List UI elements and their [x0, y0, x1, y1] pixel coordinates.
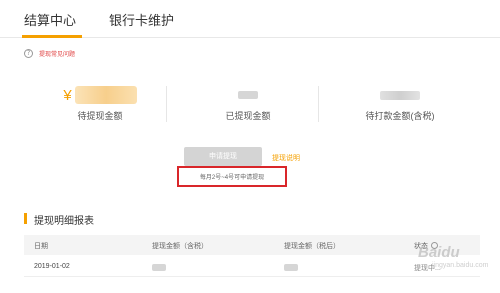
watermark-brand: Baidu	[418, 244, 460, 261]
watermark: Baidu jingyan.baidu.com	[418, 244, 496, 284]
tab-bar: 结算中心 银行卡维护	[0, 0, 500, 38]
row-amount-pretax-blurred	[152, 264, 166, 273]
active-tab-indicator	[22, 35, 82, 38]
pending-payment-stat: 待打款金额(含税)	[345, 84, 455, 122]
currency-symbol: ¥	[63, 86, 72, 104]
pending-payment-amount-blurred	[380, 90, 420, 100]
table-row: 2019-01-02 提现中...	[24, 255, 480, 277]
apply-withdraw-button[interactable]: 申请提现	[184, 147, 262, 166]
watermark-sub: jingyan.baidu.com	[432, 262, 489, 269]
row-amount-aftertax-blurred	[284, 264, 298, 273]
withdraw-explanation-link[interactable]: 提现说明	[272, 153, 300, 163]
row-date: 2019-01-02	[34, 263, 70, 270]
tab-settlement-center[interactable]: 结算中心	[24, 10, 76, 29]
section-accent-bar	[24, 213, 27, 224]
withdraw-faq-label: 提现常见问题	[39, 51, 76, 58]
pending-withdraw-amount-blurred	[74, 86, 137, 104]
pending-withdraw-label: 待提现金额	[77, 111, 123, 121]
pending-payment-label: 待打款金额(含税)	[365, 111, 435, 121]
withdrawn-amount-blurred	[238, 91, 258, 99]
table-header: 日期 提现金额（含税） 提现金额（税后） 状态	[24, 235, 480, 255]
column-header-amount-aftertax: 提现金额（税后）	[284, 243, 340, 250]
section-title: 提现明细报表	[34, 216, 94, 227]
withdraw-schedule-note: 每月2号~4号可申请提现	[199, 175, 265, 181]
stat-divider	[318, 86, 319, 122]
withdraw-faq-link[interactable]: ? 提现常见问题	[24, 46, 75, 60]
pending-withdraw-stat: ¥ 待提现金额	[55, 84, 145, 122]
column-header-amount-pretax: 提现金额（含税）	[152, 243, 208, 250]
tab-bank-card-maintenance[interactable]: 银行卡维护	[109, 10, 174, 29]
stat-divider	[166, 86, 167, 122]
column-header-date: 日期	[34, 243, 48, 250]
question-circle-icon: ?	[24, 48, 33, 58]
withdrawn-label: 已提现金额	[225, 111, 271, 121]
withdrawn-stat: 已提现金额	[198, 84, 298, 122]
